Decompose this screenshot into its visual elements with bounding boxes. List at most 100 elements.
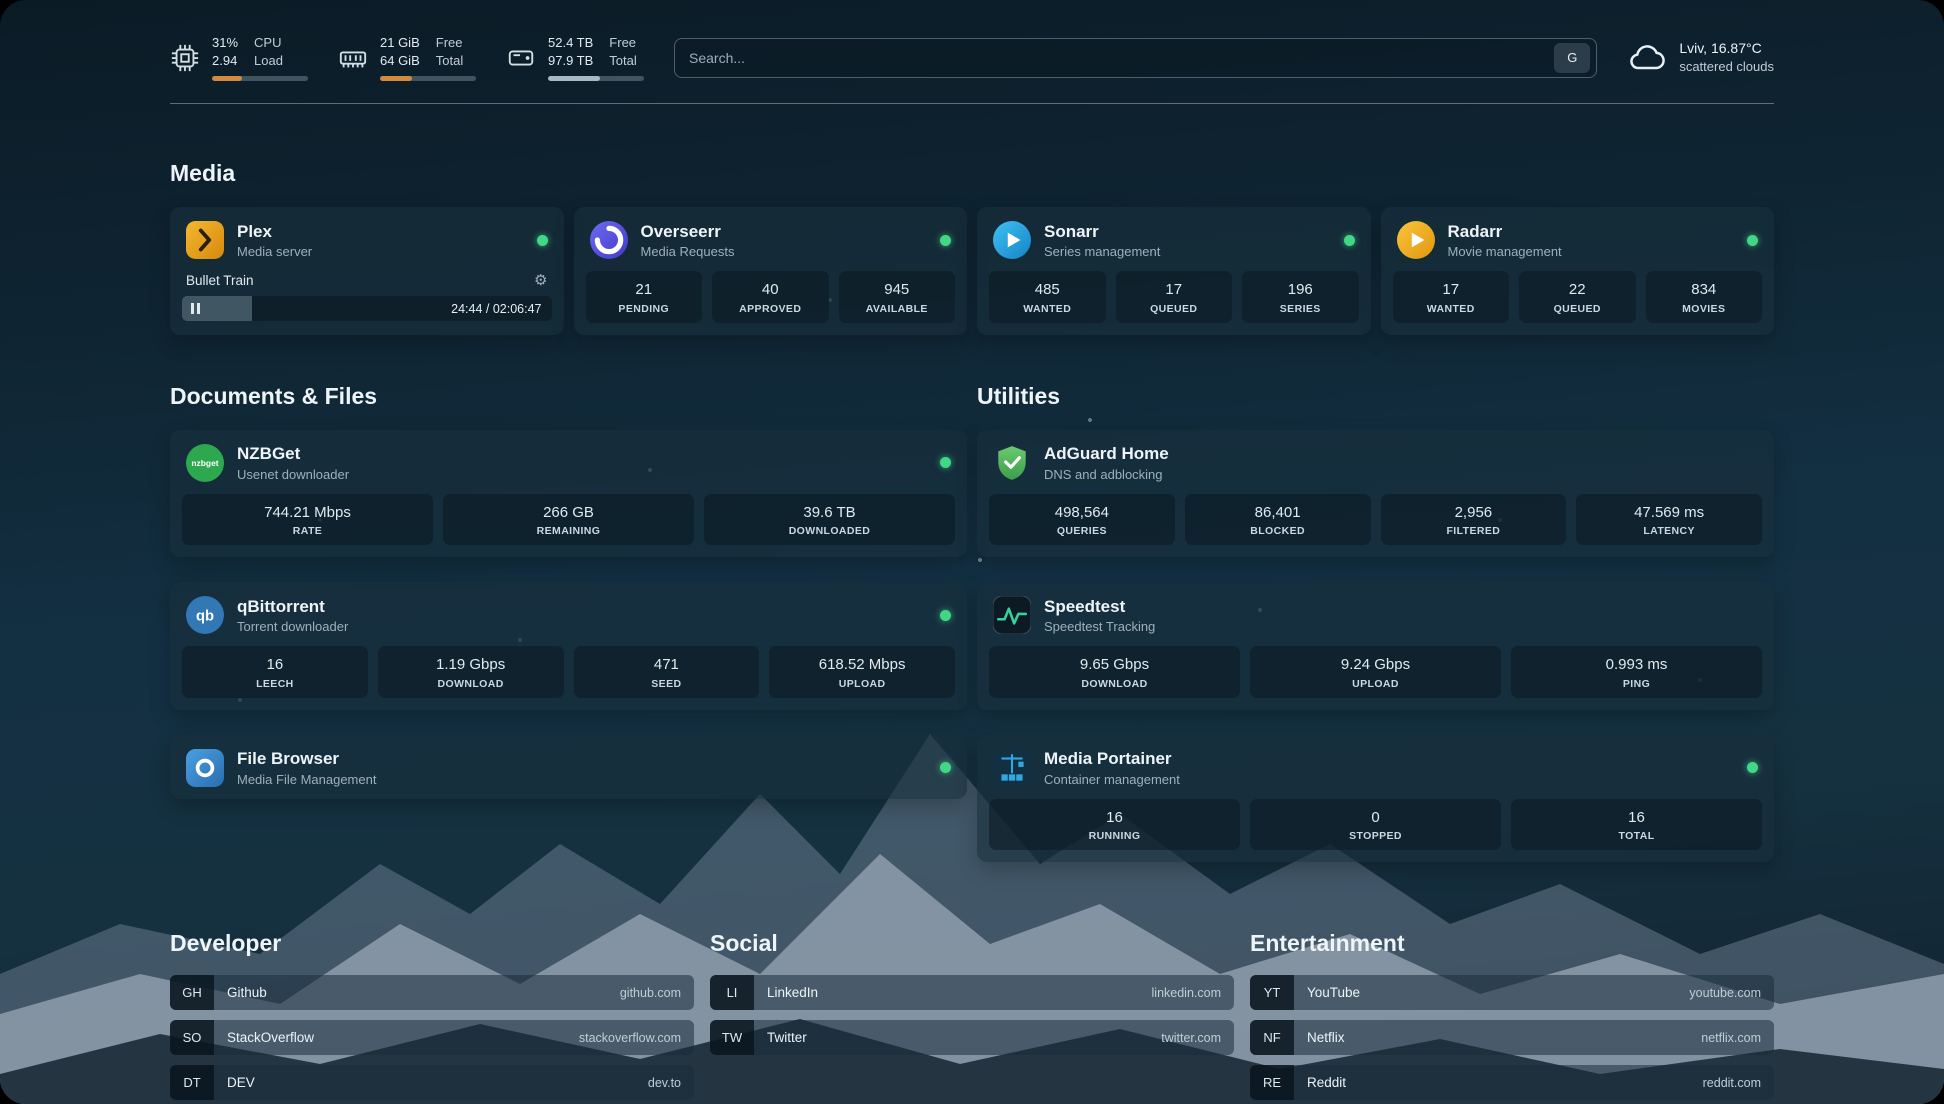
card-qbittorrent[interactable]: qb qBittorrent Torrent downloader 16LEEC… bbox=[170, 582, 967, 710]
bookmark-abbr: NF bbox=[1250, 1020, 1294, 1055]
app-name: qBittorrent bbox=[237, 597, 348, 617]
stat-available: 945AVAILABLE bbox=[839, 271, 956, 323]
weather-widget: Lviv, 16.87°C scattered clouds bbox=[1627, 38, 1774, 78]
stat-upload: 9.24 GbpsUPLOAD bbox=[1250, 646, 1501, 698]
status-dot bbox=[940, 610, 951, 621]
stat-wanted: 17WANTED bbox=[1393, 271, 1510, 323]
media-grid: Plex Media server Bullet Train ⚙ 24:44 /… bbox=[170, 207, 1774, 335]
bookmark-name: YouTube bbox=[1307, 985, 1360, 1000]
plex-progress-bar[interactable]: 24:44 / 02:06:47 bbox=[182, 296, 552, 321]
bookmark-abbr: LI bbox=[710, 975, 754, 1010]
search-input[interactable] bbox=[689, 50, 1554, 66]
bookmark-url: dev.to bbox=[648, 1076, 681, 1090]
plex-now-playing: Bullet Train bbox=[186, 273, 254, 288]
bookmarks-entertainment: Entertainment YT YouTube youtube.com NF … bbox=[1250, 872, 1774, 1104]
stat-running: 16RUNNING bbox=[989, 799, 1240, 851]
bookmark-abbr: RE bbox=[1250, 1065, 1294, 1100]
stat-pending: 21PENDING bbox=[586, 271, 703, 323]
status-dot bbox=[1747, 762, 1758, 773]
search-bar: G bbox=[674, 38, 1597, 78]
card-radarr[interactable]: Radarr Movie management 17WANTED 22QUEUE… bbox=[1381, 207, 1775, 335]
bookmark-github[interactable]: GH Github github.com bbox=[170, 975, 694, 1010]
app-name: Sonarr bbox=[1044, 222, 1160, 242]
card-overseerr[interactable]: Overseerr Media Requests 21PENDING 40APP… bbox=[574, 207, 968, 335]
bookmark-netflix[interactable]: NF Netflix netflix.com bbox=[1250, 1020, 1774, 1055]
bookmark-name: Github bbox=[227, 985, 267, 1000]
stat-movies: 834MOVIES bbox=[1646, 271, 1763, 323]
sonarr-icon bbox=[993, 221, 1031, 259]
overseerr-icon bbox=[590, 221, 628, 259]
portainer-icon bbox=[993, 749, 1031, 787]
bookmark-abbr: DT bbox=[170, 1065, 214, 1100]
bookmarks-social: Social LI LinkedIn linkedin.com TW Twitt… bbox=[710, 872, 1234, 1104]
bookmark-url: reddit.com bbox=[1703, 1076, 1761, 1090]
stat-latency: 47.569 msLATENCY bbox=[1576, 494, 1762, 546]
section-social-title: Social bbox=[710, 930, 1234, 957]
documents-column: Documents & Files nzbget NZBGet Usenet d… bbox=[170, 335, 967, 863]
filebrowser-icon bbox=[186, 749, 224, 787]
bookmark-linkedin[interactable]: LI LinkedIn linkedin.com bbox=[710, 975, 1234, 1010]
pause-icon[interactable] bbox=[191, 303, 200, 314]
speedtest-icon bbox=[993, 596, 1031, 634]
bookmark-url: netflix.com bbox=[1701, 1031, 1761, 1045]
stat-seed: 471SEED bbox=[574, 646, 760, 698]
app-name: Speedtest bbox=[1044, 597, 1155, 617]
stat-upload: 618.52 MbpsUPLOAD bbox=[769, 646, 955, 698]
bookmark-abbr: SO bbox=[170, 1020, 214, 1055]
cpu-label-1: CPU bbox=[254, 34, 283, 52]
card-speedtest[interactable]: Speedtest Speedtest Tracking 9.65 GbpsDO… bbox=[977, 582, 1774, 710]
cpu-usage-value: 31% bbox=[212, 34, 238, 52]
bookmark-name: StackOverflow bbox=[227, 1030, 314, 1045]
app-name: AdGuard Home bbox=[1044, 444, 1169, 464]
bookmark-url: stackoverflow.com bbox=[579, 1031, 681, 1045]
stat-approved: 40APPROVED bbox=[712, 271, 829, 323]
stat-queued: 22QUEUED bbox=[1519, 271, 1636, 323]
bookmark-stackoverflow[interactable]: SO StackOverflow stackoverflow.com bbox=[170, 1020, 694, 1055]
cpu-widget: 31% 2.94 CPU Load bbox=[170, 34, 308, 81]
stat-filtered: 2,956FILTERED bbox=[1381, 494, 1567, 546]
status-dot bbox=[1747, 235, 1758, 246]
bookmark-reddit[interactable]: RE Reddit reddit.com bbox=[1250, 1065, 1774, 1100]
bookmark-url: linkedin.com bbox=[1152, 986, 1221, 1000]
status-dot bbox=[940, 457, 951, 468]
plex-icon bbox=[186, 221, 224, 259]
bookmark-abbr: YT bbox=[1250, 975, 1294, 1010]
app-description: Media server bbox=[237, 244, 312, 259]
status-dot bbox=[940, 235, 951, 246]
bookmark-name: LinkedIn bbox=[767, 985, 818, 1000]
card-plex[interactable]: Plex Media server Bullet Train ⚙ 24:44 /… bbox=[170, 207, 564, 335]
stat-download: 9.65 GbpsDOWNLOAD bbox=[989, 646, 1240, 698]
disk-icon bbox=[506, 43, 536, 73]
stat-stopped: 0STOPPED bbox=[1250, 799, 1501, 851]
stat-queued: 17QUEUED bbox=[1116, 271, 1233, 323]
bookmark-url: github.com bbox=[620, 986, 681, 1000]
card-sonarr[interactable]: Sonarr Series management 485WANTED 17QUE… bbox=[977, 207, 1371, 335]
app-name: Plex bbox=[237, 222, 312, 242]
status-dot bbox=[940, 762, 951, 773]
stat-wanted: 485WANTED bbox=[989, 271, 1106, 323]
memory-total-value: 64 GiB bbox=[380, 52, 420, 70]
app-description: Usenet downloader bbox=[237, 467, 349, 482]
qbittorrent-icon: qb bbox=[186, 596, 224, 634]
memory-free-value: 21 GiB bbox=[380, 34, 420, 52]
bookmark-twitter[interactable]: TW Twitter twitter.com bbox=[710, 1020, 1234, 1055]
card-adguard[interactable]: AdGuard Home DNS and adblocking 498,564Q… bbox=[977, 430, 1774, 558]
cpu-loadavg-value: 2.94 bbox=[212, 52, 238, 70]
card-portainer[interactable]: Media Portainer Container management 16R… bbox=[977, 735, 1774, 863]
disk-label-1: Free bbox=[609, 34, 636, 52]
app-name: File Browser bbox=[237, 749, 376, 769]
cpu-label-2: Load bbox=[254, 52, 283, 70]
stat-ping: 0.993 msPING bbox=[1511, 646, 1762, 698]
app-description: Media File Management bbox=[237, 772, 376, 787]
search-provider-button[interactable]: G bbox=[1554, 43, 1590, 73]
dashboard-screen: 31% 2.94 CPU Load bbox=[0, 0, 1944, 1104]
bookmark-dev[interactable]: DT DEV dev.to bbox=[170, 1065, 694, 1100]
section-entertainment-title: Entertainment bbox=[1250, 930, 1774, 957]
stat-leech: 16LEECH bbox=[182, 646, 368, 698]
section-documents-title: Documents & Files bbox=[170, 383, 967, 410]
gear-icon[interactable]: ⚙ bbox=[534, 271, 547, 289]
card-nzbget[interactable]: nzbget NZBGet Usenet downloader 744.21 M… bbox=[170, 430, 967, 558]
bookmark-youtube[interactable]: YT YouTube youtube.com bbox=[1250, 975, 1774, 1010]
card-filebrowser[interactable]: File Browser Media File Management bbox=[170, 735, 967, 799]
app-name: Media Portainer bbox=[1044, 749, 1180, 769]
